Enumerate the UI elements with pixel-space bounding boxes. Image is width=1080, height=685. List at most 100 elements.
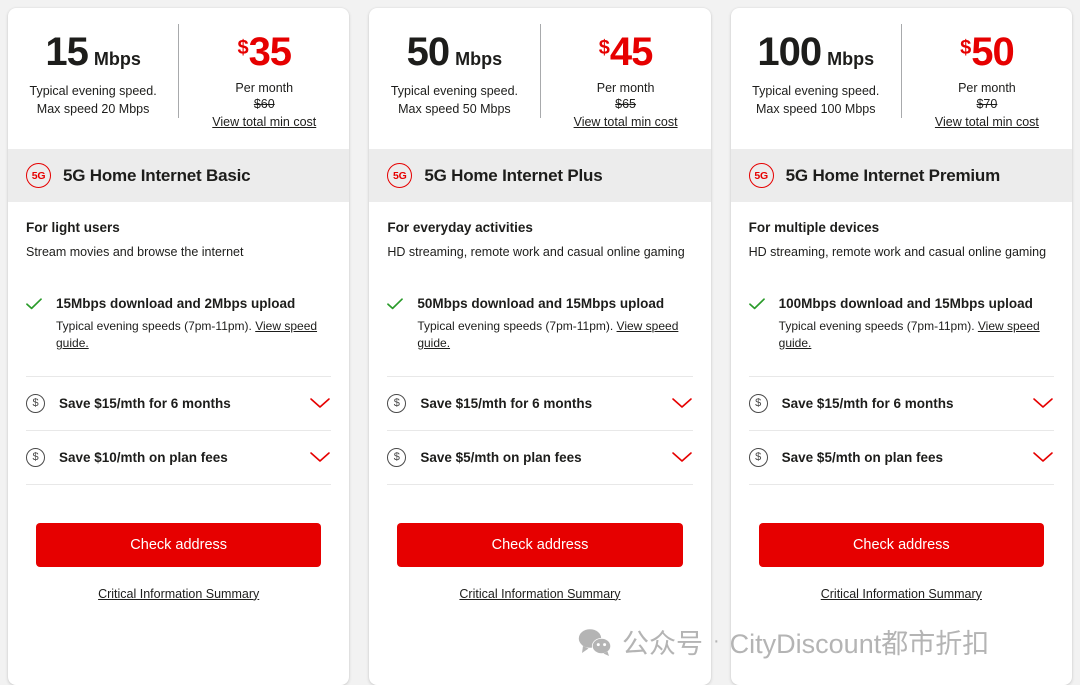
dollar-circle-icon: $ <box>387 393 407 413</box>
currency-symbol: $ <box>960 37 972 59</box>
currency-symbol: $ <box>237 37 249 59</box>
feature-subtext: Typical evening speeds (7pm-11pm). View … <box>779 318 1054 352</box>
plan-name-band: 5G 5G Home Internet Premium <box>730 149 1072 202</box>
plan-cards-grid: 15 Mbps Typical evening speed. Max speed… <box>0 0 1080 685</box>
plan-name-band: 5G 5G Home Internet Basic <box>8 149 350 202</box>
feature-row: 50Mbps download and 15Mbps upload Typica… <box>387 295 693 377</box>
speed-unit: Mbps <box>827 49 875 69</box>
offer-row-2[interactable]: $ Save $10/mth on plan fees <box>26 431 332 485</box>
offer-row-1[interactable]: $ Save $15/mth for 6 months <box>26 377 332 431</box>
feature-title: 15Mbps download and 2Mbps upload <box>56 295 296 311</box>
audience-title: For light users <box>26 220 120 235</box>
price-period-label: Per month <box>596 81 655 95</box>
speed-note-line-1: Typical evening speed. <box>29 84 157 98</box>
speed-value: 50 <box>406 30 450 74</box>
chevron-down-icon[interactable] <box>1032 397 1054 409</box>
check-address-button[interactable]: Check address <box>36 522 322 567</box>
cta-section: Check address Critical Information Summa… <box>26 485 331 603</box>
feature-title: 50Mbps download and 15Mbps upload <box>417 295 665 311</box>
plan-name: 5G Home Internet Premium <box>785 165 1001 185</box>
price-summary: $ 50 Per month $70 View total min cost <box>902 24 1072 131</box>
plan-summary-header: 50 Mbps Typical evening speed. Max speed… <box>369 8 710 149</box>
offer-row-2[interactable]: $ Save $5/mth on plan fees <box>748 431 1054 485</box>
feature-subtext: Typical evening speeds (7pm-11pm). View … <box>56 318 331 352</box>
speed-note-line-1: Typical evening speed. <box>752 84 880 98</box>
feature-text: 50Mbps download and 15Mbps upload Typica… <box>417 295 692 352</box>
feature-title: 100Mbps download and 15Mbps upload <box>778 295 1033 311</box>
price-value: 50 <box>971 30 1014 74</box>
price-summary: $ 45 Per month $65 View total min cost <box>541 24 711 131</box>
audience-description: Stream movies and browse the internet <box>26 245 244 259</box>
speed-note-line-2: Max speed 20 Mbps <box>36 102 150 117</box>
price-summary: $ 35 Per month $60 View total min cost <box>179 24 349 131</box>
speed-unit: Mbps <box>93 49 141 69</box>
view-total-min-cost-link[interactable]: View total min cost <box>935 115 1039 129</box>
check-address-button[interactable]: Check address <box>397 522 683 567</box>
chevron-down-icon[interactable] <box>309 451 331 463</box>
feature-text: 100Mbps download and 15Mbps upload Typic… <box>779 295 1054 352</box>
speed-headline: 100 Mbps <box>737 32 895 72</box>
speed-note: Typical evening speed. Max speed 100 Mbp… <box>737 82 895 118</box>
price-headline: $ 35 <box>185 32 343 72</box>
feature-text: 15Mbps download and 2Mbps upload Typical… <box>56 295 331 352</box>
plan-name-band: 5G 5G Home Internet Plus <box>369 149 711 202</box>
dollar-circle-icon: $ <box>387 447 407 467</box>
offer-label: Save $15/mth for 6 months <box>59 395 231 411</box>
price-period-label: Per month <box>958 81 1016 95</box>
view-total-min-cost-link[interactable]: View total min cost <box>212 115 316 129</box>
speed-unit: Mbps <box>455 49 503 69</box>
speed-summary: 50 Mbps Typical evening speed. Max speed… <box>369 24 541 119</box>
plan-name: 5G Home Internet Basic <box>63 165 251 185</box>
view-total-min-cost-link[interactable]: View total min cost <box>574 115 678 129</box>
offer-row-1[interactable]: $ Save $15/mth for 6 months <box>748 377 1054 431</box>
chevron-down-icon[interactable] <box>671 451 693 463</box>
price-original: $70 <box>976 97 998 111</box>
check-address-button[interactable]: Check address <box>758 522 1044 567</box>
dollar-circle-icon: $ <box>26 447 45 467</box>
feature-subtext-prefix: Typical evening speeds (7pm-11pm). <box>778 319 978 334</box>
dollar-circle-icon: $ <box>26 393 45 413</box>
plan-card-plus: 50 Mbps Typical evening speed. Max speed… <box>369 8 711 685</box>
speed-summary: 100 Mbps Typical evening speed. Max spee… <box>731 24 902 119</box>
plan-summary-header: 100 Mbps Typical evening speed. Max spee… <box>731 8 1072 149</box>
chevron-down-icon[interactable] <box>671 397 693 409</box>
chevron-down-icon[interactable] <box>309 397 331 409</box>
dollar-circle-icon: $ <box>748 393 768 413</box>
offer-row-1[interactable]: $ Save $15/mth for 6 months <box>387 377 693 431</box>
offer-row-2[interactable]: $ Save $5/mth on plan fees <box>387 431 693 485</box>
cta-section: Check address Critical Information Summa… <box>749 485 1054 603</box>
price-original: $60 <box>253 97 275 111</box>
plan-card-body: For light users Stream movies and browse… <box>8 202 349 685</box>
critical-information-summary-link[interactable]: Critical Information Summary <box>459 587 620 601</box>
check-icon <box>26 297 42 315</box>
speed-note-line-2: Max speed 50 Mbps <box>398 102 511 117</box>
speed-note-line-2: Max speed 100 Mbps <box>755 102 876 117</box>
price-value: 35 <box>248 30 292 74</box>
dollar-circle-icon: $ <box>748 447 768 467</box>
cta-section: Check address Critical Information Summa… <box>387 485 692 603</box>
5g-badge-icon: 5G <box>748 163 774 188</box>
plan-card-body: For everyday activities HD streaming, re… <box>369 202 710 685</box>
critical-information-summary-link[interactable]: Critical Information Summary <box>98 587 259 601</box>
speed-note: Typical evening speed. Max speed 20 Mbps <box>14 82 172 118</box>
check-icon <box>387 297 404 315</box>
plan-name: 5G Home Internet Plus <box>424 165 603 185</box>
check-icon <box>748 297 765 315</box>
critical-information-summary-link[interactable]: Critical Information Summary <box>821 587 982 601</box>
price-headline: $ 50 <box>908 32 1066 72</box>
chevron-down-icon[interactable] <box>1032 451 1054 463</box>
price-value: 45 <box>609 30 653 74</box>
price-period-label: Per month <box>235 81 294 95</box>
5g-badge-icon: 5G <box>387 163 413 188</box>
plan-card-basic: 15 Mbps Typical evening speed. Max speed… <box>8 8 350 685</box>
plan-summary-header: 15 Mbps Typical evening speed. Max speed… <box>8 8 349 149</box>
speed-value: 15 <box>45 30 88 74</box>
speed-note: Typical evening speed. Max speed 50 Mbps <box>375 82 533 118</box>
feature-subtext: Typical evening speeds (7pm-11pm). View … <box>417 318 692 352</box>
speed-summary: 15 Mbps Typical evening speed. Max speed… <box>8 24 180 119</box>
offer-label: Save $15/mth for 6 months <box>781 395 954 411</box>
price-headline: $ 45 <box>547 32 705 72</box>
currency-symbol: $ <box>598 37 610 59</box>
offer-label: Save $10/mth on plan fees <box>59 449 228 465</box>
feature-row: 100Mbps download and 15Mbps upload Typic… <box>748 295 1054 377</box>
